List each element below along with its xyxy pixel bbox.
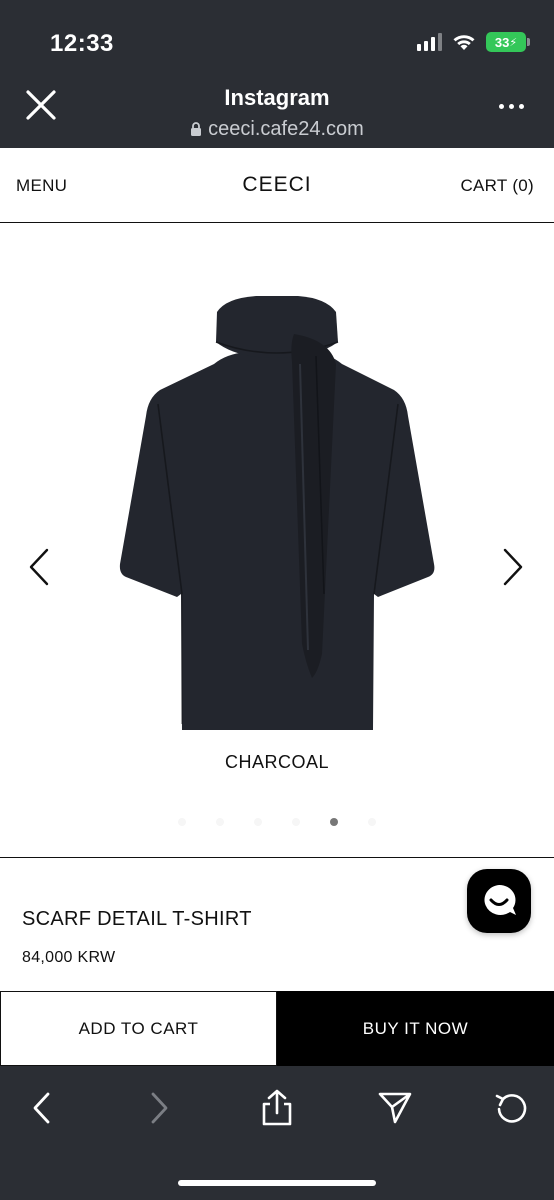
chevron-right-icon[interactable]: [502, 547, 524, 587]
status-icons: 33 ⚡: [417, 32, 530, 52]
forward-icon[interactable]: [139, 1088, 179, 1128]
home-indicator[interactable]: [178, 1180, 376, 1186]
buy-now-button[interactable]: BUY IT NOW: [277, 991, 554, 1066]
browser-url: ceeci.cafe24.com: [0, 118, 554, 141]
chat-button[interactable]: [467, 869, 531, 933]
color-caption: CHARCOAL: [224, 752, 330, 772]
slide-pagination[interactable]: [0, 818, 554, 826]
slide-dot[interactable]: [216, 818, 224, 826]
site-nav: MENU CEECI CART (0): [0, 148, 554, 223]
slide-dot[interactable]: [368, 818, 376, 826]
slide-dot[interactable]: [178, 818, 186, 826]
product-price: 84,000 KRW: [22, 949, 116, 966]
chevron-left-icon[interactable]: [28, 547, 50, 587]
battery-charging-icon: 33 ⚡: [486, 32, 530, 52]
slide-dot[interactable]: [292, 818, 300, 826]
more-icon[interactable]: [499, 104, 524, 109]
slide-dot-active[interactable]: [330, 818, 338, 826]
add-to-cart-button[interactable]: ADD TO CART: [0, 991, 277, 1066]
url-text: ceeci.cafe24.com: [208, 118, 364, 140]
status-time: 12:33: [50, 30, 114, 57]
send-icon[interactable]: [375, 1088, 415, 1128]
product-name: SCARF DETAIL T-SHIRT: [22, 908, 252, 930]
battery-level: 33: [494, 34, 510, 50]
product-gallery[interactable]: CHARCOAL: [0, 224, 554, 858]
chat-icon: [484, 884, 516, 915]
cellular-signal-icon: [417, 33, 442, 51]
share-icon[interactable]: [257, 1088, 297, 1128]
cart-link[interactable]: CART (0): [460, 176, 534, 196]
reload-icon[interactable]: [492, 1088, 532, 1128]
wifi-icon: [453, 35, 475, 50]
lock-icon: [191, 122, 202, 136]
product-image: [119, 296, 435, 730]
back-icon[interactable]: [22, 1088, 62, 1128]
slide-dot[interactable]: [254, 818, 262, 826]
browser-chrome-top: 12:33 33 ⚡ Instagram ceeci.cafe24.com: [0, 0, 554, 148]
browser-title: Instagram: [224, 85, 330, 110]
